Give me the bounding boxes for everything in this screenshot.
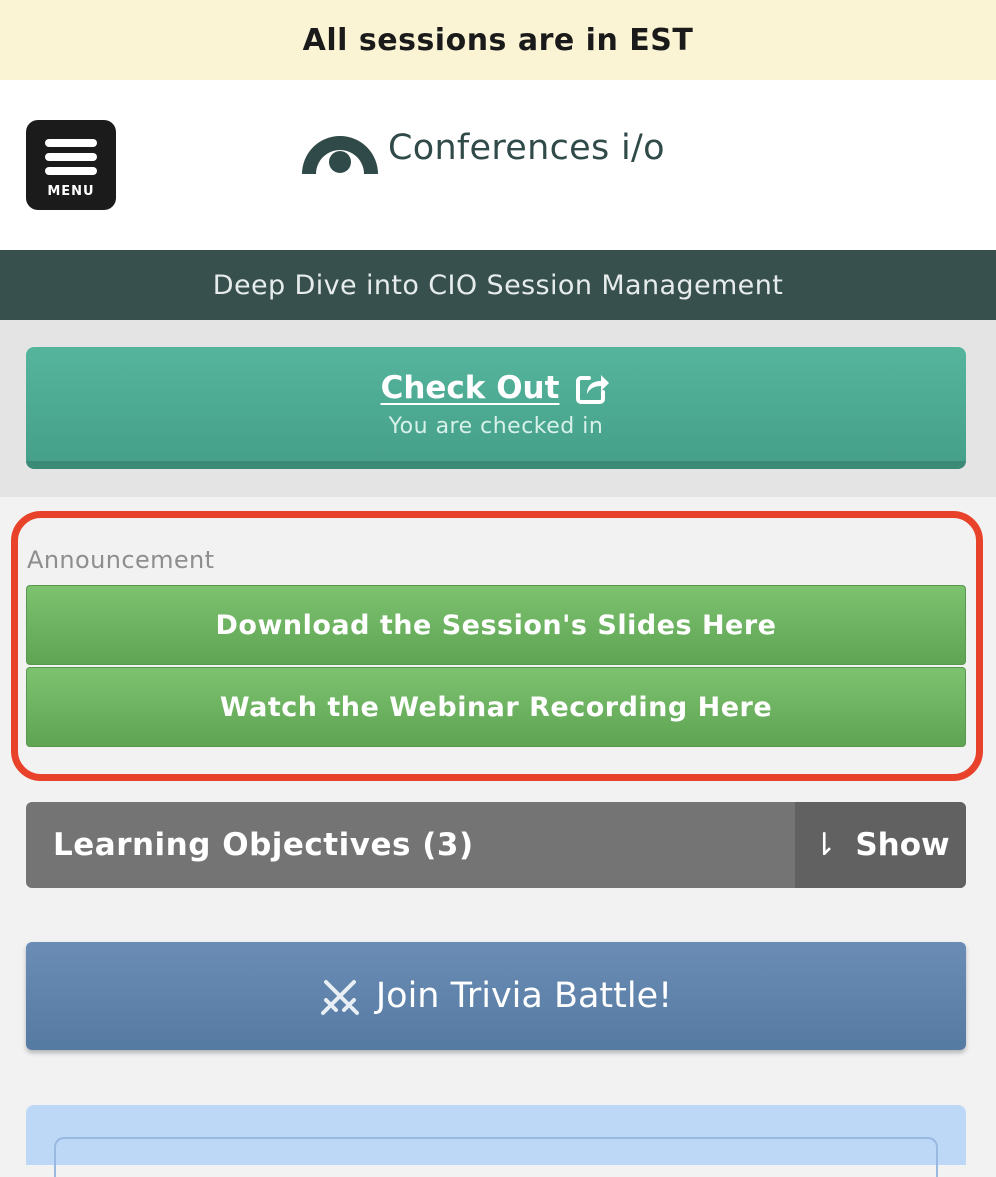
download-slides-button[interactable]: Download the Session's Slides Here <box>26 585 966 665</box>
show-objectives-toggle[interactable]: ⇂ Show <box>795 802 966 888</box>
arrow-down-icon: ⇂ <box>811 827 838 863</box>
hamburger-icon <box>45 138 97 147</box>
hamburger-icon-bar <box>45 152 97 161</box>
join-trivia-button[interactable]: Join Trivia Battle! <box>26 942 966 1050</box>
session-title: Deep Dive into CIO Session Management <box>0 250 996 320</box>
crossed-swords-icon <box>320 976 360 1016</box>
menu-button[interactable]: MENU <box>26 120 116 210</box>
learning-objectives-label: Learning Objectives (3) <box>53 827 474 863</box>
show-label: Show <box>855 827 950 863</box>
join-trivia-label: Join Trivia Battle! <box>375 976 673 1016</box>
check-out-label-row: Check Out <box>381 370 612 406</box>
check-out-label: Check Out <box>380 369 560 406</box>
check-out-button[interactable]: Check Out You are checked in <box>26 347 966 469</box>
logo-text: Conferences i/o <box>388 128 665 168</box>
timezone-banner: All sessions are in EST <box>0 0 996 80</box>
header: MENU Conferences i/o <box>0 80 996 250</box>
logo: Conferences i/o <box>298 118 665 178</box>
logo-icon <box>302 136 378 174</box>
watch-recording-button[interactable]: Watch the Webinar Recording Here <box>26 667 966 747</box>
bottom-card <box>26 1105 966 1177</box>
checkin-status: You are checked in <box>388 413 604 439</box>
bottom-card-inner <box>54 1137 938 1177</box>
share-icon <box>576 374 610 404</box>
hamburger-icon-bar <box>45 166 97 175</box>
menu-label: MENU <box>47 183 95 199</box>
announcement-title: Announcement <box>27 546 215 574</box>
checkin-area: Check Out You are checked in <box>0 320 996 497</box>
learning-objectives-bar[interactable]: Learning Objectives (3) ⇂ Show <box>26 802 966 888</box>
